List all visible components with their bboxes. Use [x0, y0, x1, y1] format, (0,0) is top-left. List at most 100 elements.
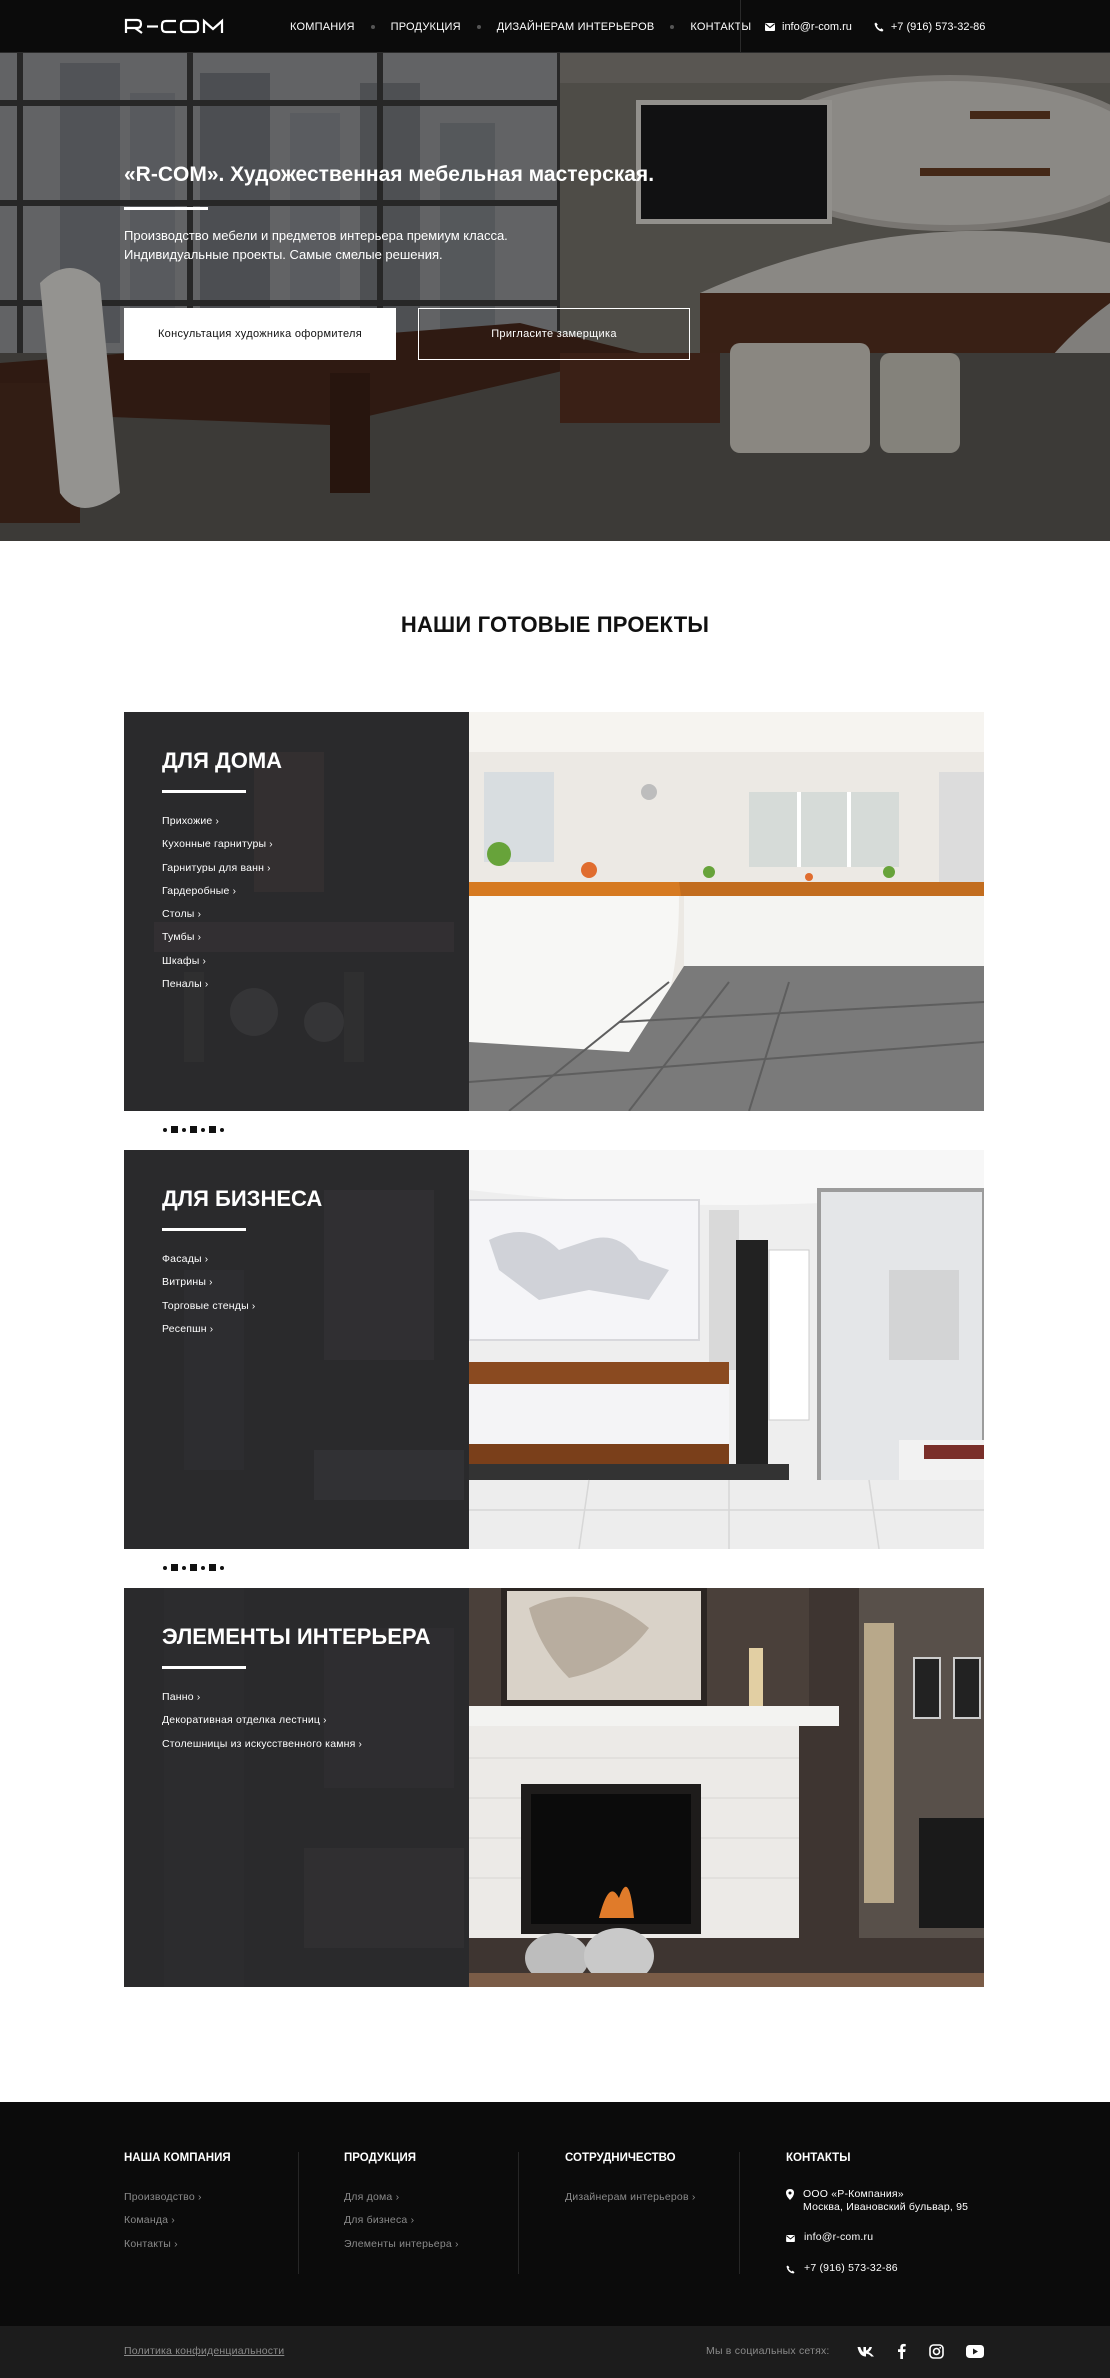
category-link[interactable]: Столы ›	[162, 903, 273, 926]
footer-links: Дизайнерам интерьеров ›	[565, 2186, 696, 2209]
footer-heading: Наша компания	[124, 2152, 231, 2164]
chevron-right-icon: ›	[451, 2237, 459, 2250]
decorative-divider-dots	[163, 1126, 224, 1133]
decorative-divider-dots	[163, 1564, 224, 1571]
footer-link[interactable]: Производство ›	[124, 2186, 202, 2209]
footer-phone[interactable]: +7 (916) 573-32-86	[786, 2262, 898, 2275]
project-card-business[interactable]: Для бизнеса Фасады › Витрины › Торговые ст…	[124, 1150, 984, 1549]
footer-link[interactable]: Для бизнеса ›	[344, 2209, 459, 2232]
chevron-right-icon: ›	[392, 2191, 400, 2203]
footer-email[interactable]: info@r-com.ru	[786, 2231, 873, 2244]
r-com-logo[interactable]	[124, 17, 238, 35]
youtube-icon[interactable]	[965, 2341, 985, 2361]
chevron-right-icon: ›	[269, 839, 273, 851]
category-link[interactable]: Витрины ›	[162, 1271, 255, 1294]
category-link[interactable]: Декоративная отделка лестниц ›	[162, 1709, 362, 1732]
card-title: Для бизнеса	[162, 1186, 323, 1211]
project-card-home[interactable]: Для дома Прихожие › Кухонные гарнитуры › Г…	[124, 712, 984, 1111]
footer-divider	[518, 2152, 519, 2274]
card-title-underline	[162, 790, 246, 793]
designer-consultation-button[interactable]: Консультация художника оформителя	[124, 308, 396, 360]
footer-heading: Контакты	[786, 2152, 851, 2164]
chevron-right-icon: ›	[232, 885, 237, 897]
chevron-right-icon: ›	[197, 932, 202, 944]
invite-measurer-button[interactable]: Пригласите замерщика	[418, 308, 690, 360]
hero-title: «R-COM». Художественная мебельная мастер…	[124, 163, 655, 186]
phone-icon	[786, 2264, 795, 2274]
hero-subtitle-line2: Индивидуальные проекты. Самые смелые реш…	[124, 247, 443, 262]
nav-separator-dot	[370, 24, 375, 29]
footer-company-name: ООО «Р-Компания»	[803, 2188, 904, 2200]
category-link[interactable]: Прихожие ›	[162, 810, 273, 833]
chevron-right-icon: ›	[688, 2191, 696, 2203]
envelope-icon	[786, 2234, 795, 2242]
instagram-icon[interactable]	[926, 2341, 946, 2361]
category-link[interactable]: Торговые стенды ›	[162, 1295, 255, 1318]
category-link[interactable]: Гардеробные ›	[162, 880, 273, 903]
footer-link[interactable]: Контакты ›	[124, 2233, 202, 2256]
top-navigation-bar: Компания Продукция Дизайнерам интерьеров…	[0, 0, 1110, 53]
divider-dot	[201, 1565, 205, 1570]
hero-office-photo	[0, 53, 1110, 541]
category-link[interactable]: Фасады ›	[162, 1248, 255, 1271]
chevron-right-icon: ›	[251, 1300, 256, 1312]
card-title-underline	[162, 1228, 246, 1231]
footer-links: Производство › Команда › Контакты ›	[124, 2186, 202, 2256]
category-link[interactable]: Ресепшн ›	[162, 1318, 255, 1341]
kitchen-photo	[469, 712, 984, 1111]
footer-link[interactable]: Дизайнерам интерьеров ›	[565, 2186, 696, 2209]
chevron-right-icon: ›	[194, 2191, 202, 2203]
footer-phone-text: +7 (916) 573-32-86	[804, 2262, 898, 2274]
card-title: Элементы интерьера	[162, 1624, 431, 1649]
nav-link-company[interactable]: Компания	[290, 21, 355, 33]
footer-email-text: info@r-com.ru	[804, 2231, 874, 2243]
projects-section-title: НАШИ ГОТОВЫЕ ПРОЕКТЫ	[400, 612, 710, 637]
chevron-right-icon: ›	[407, 2214, 415, 2227]
divider-dot	[163, 1127, 167, 1132]
footer-address: ООО «Р-Компания» Москва, Ивановский буль…	[786, 2188, 968, 2214]
envelope-icon	[765, 22, 775, 31]
footer-divider	[298, 2152, 299, 2274]
header-contacts: info@r-com.ru +7 (916) 573-32-86	[740, 0, 985, 53]
footer-divider	[739, 2152, 740, 2274]
main-menu: Компания Продукция Дизайнерам интерьеров…	[290, 0, 751, 53]
divider-dot	[163, 1565, 167, 1570]
divider-square	[209, 1126, 216, 1133]
vk-icon[interactable]	[856, 2341, 876, 2361]
footer-link[interactable]: Для дома ›	[344, 2186, 459, 2209]
privacy-policy-link[interactable]: Политика конфиденциальности	[124, 2345, 284, 2357]
chevron-right-icon: ›	[168, 2214, 176, 2227]
nav-link-products[interactable]: Продукция	[391, 21, 461, 33]
footer-link[interactable]: Элементы интерьера ›	[344, 2233, 459, 2256]
phone-icon	[874, 22, 884, 31]
chevron-right-icon: ›	[358, 1738, 363, 1750]
nav-separator-dot	[670, 24, 675, 29]
category-link[interactable]: Пеналы ›	[162, 973, 273, 996]
facebook-icon[interactable]	[891, 2341, 911, 2361]
category-link[interactable]: Кухонные гарнитуры ›	[162, 833, 273, 856]
header-phone[interactable]: +7 (916) 573-32-86	[874, 21, 985, 33]
category-link[interactable]: Шкафы ›	[162, 950, 273, 973]
card-link-list: Фасады › Витрины › Торговые стенды › Ресепш…	[162, 1248, 255, 1341]
sub-footer: Политика конфиденциальности Мы в социаль…	[0, 2326, 1110, 2378]
divider-dot	[201, 1127, 205, 1132]
project-card-interior[interactable]: Элементы интерьера Панно › Декоративная о…	[124, 1588, 984, 1987]
divider-square	[209, 1564, 216, 1571]
hero-banner: «R-COM». Художественная мебельная мастер…	[0, 53, 1110, 541]
footer-link[interactable]: Команда ›	[124, 2209, 202, 2232]
category-link[interactable]: Тумбы ›	[162, 926, 273, 949]
footer-links: Для дома › Для бизнеса › Элементы интерь…	[344, 2186, 459, 2256]
header-email[interactable]: info@r-com.ru	[765, 21, 852, 33]
category-link[interactable]: Столешницы из искусственного камня ›	[162, 1733, 362, 1756]
chevron-right-icon: ›	[267, 862, 271, 874]
footer-heading: Продукция	[344, 2152, 417, 2164]
chevron-right-icon: ›	[209, 1323, 214, 1335]
category-link[interactable]: Гарнитуры для ванн ›	[162, 857, 273, 880]
footer-heading: Сотрудничество	[565, 2152, 676, 2164]
chevron-right-icon: ›	[215, 816, 219, 827]
divider-dot	[220, 1127, 224, 1132]
header-phone-text: +7 (916) 573-32-86	[890, 20, 986, 33]
card-link-list: Прихожие › Кухонные гарнитуры › Гарнитуры …	[162, 810, 273, 996]
category-link[interactable]: Панно ›	[162, 1686, 362, 1709]
nav-link-designers[interactable]: Дизайнерам интерьеров	[497, 21, 655, 33]
